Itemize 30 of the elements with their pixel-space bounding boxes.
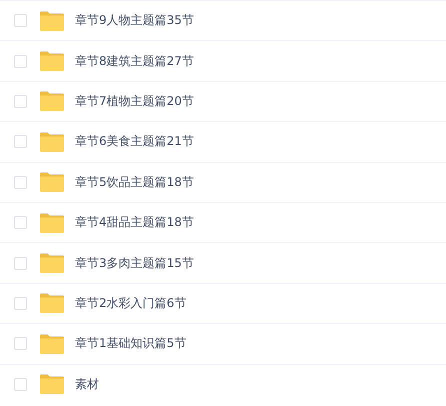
folder-icon — [40, 172, 64, 192]
folder-name[interactable]: 章节1基础知识篇5节 — [75, 335, 186, 352]
folder-icon — [40, 51, 64, 72]
folder-name[interactable]: 章节4甜品主题篇18节 — [75, 214, 194, 232]
folder-name[interactable]: 章节3多肉主题篇15节 — [75, 254, 194, 272]
folder-name[interactable]: 章节6美食主题篇21节 — [75, 133, 194, 150]
folder-name[interactable]: 素材 — [75, 376, 99, 393]
folder-name[interactable]: 章节9人物主题篇35节 — [75, 12, 194, 30]
folder-name[interactable]: 章节8建筑主题篇27节 — [75, 52, 194, 70]
checkbox[interactable] — [14, 337, 27, 350]
folder-icon — [40, 132, 64, 152]
folder-icon — [40, 334, 64, 354]
checkbox[interactable] — [14, 94, 27, 108]
folder-icon — [40, 374, 64, 394]
checkbox[interactable] — [14, 216, 27, 230]
folder-icon — [40, 253, 64, 274]
folder-icon — [40, 293, 64, 314]
checkbox[interactable] — [14, 256, 27, 270]
folder-icon — [40, 10, 64, 31]
checkbox[interactable] — [14, 296, 27, 310]
folder-name[interactable]: 章节2水彩入门篇6节 — [75, 294, 186, 312]
checkbox[interactable] — [14, 54, 27, 68]
checkbox[interactable] — [14, 135, 27, 148]
folder-icon — [40, 91, 64, 112]
checkbox[interactable] — [14, 176, 27, 189]
folder-icon — [40, 212, 64, 233]
folder-name[interactable]: 章节7植物主题篇20节 — [75, 92, 194, 110]
folder-name[interactable]: 章节5饮品主题篇18节 — [75, 174, 194, 191]
checkbox[interactable] — [14, 378, 27, 391]
checkbox[interactable] — [14, 14, 27, 28]
